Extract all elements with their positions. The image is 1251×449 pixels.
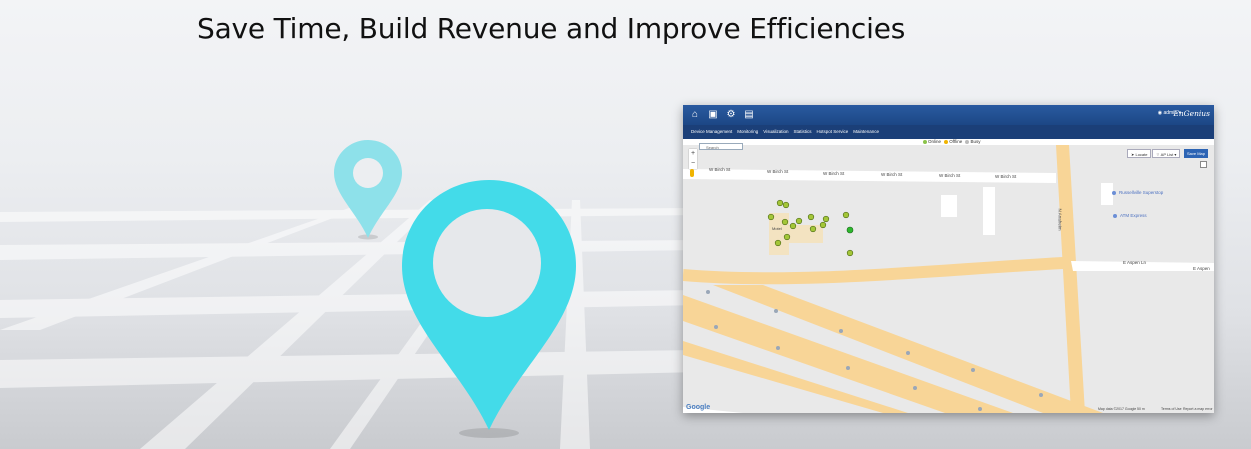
locate-button[interactable]: ➤ Locate <box>1127 149 1152 158</box>
map-canvas[interactable] <box>683 145 1214 413</box>
menu-device-management[interactable]: Device Management <box>691 125 732 139</box>
map-pin-small-icon <box>334 140 402 240</box>
menu-maintenance[interactable]: Maintenance <box>853 125 879 139</box>
gear-icon[interactable]: ⚙ <box>725 109 737 121</box>
save-map-button[interactable]: Save Map <box>1184 149 1209 158</box>
ap-list-label: AP List <box>1160 152 1174 157</box>
legend-online: Online <box>928 139 942 144</box>
street-label-east: E Aspen Ln <box>1123 260 1147 265</box>
street-label: W Birch St <box>709 167 731 172</box>
map-pin-large-icon <box>402 180 576 438</box>
map-scale: 50 m <box>1137 407 1145 411</box>
fullscreen-icon[interactable] <box>1200 161 1207 168</box>
app-topbar: ⌂ ▣ ⚙ ▤ ◉ admin ▾ EnGenius <box>683 105 1214 125</box>
brand-logo: EnGenius <box>1173 109 1210 118</box>
ap-list-button[interactable]: ⌔ AP List ▾ <box>1152 149 1181 158</box>
legend-offline: Offline <box>949 139 963 144</box>
terms-link[interactable]: Terms of Use <box>1161 407 1182 411</box>
street-label: W Birch St <box>767 169 789 174</box>
map-search-input[interactable]: Search <box>699 143 743 150</box>
menu-statistics[interactable]: Statistics <box>793 125 811 139</box>
street-label: W Birch St <box>995 174 1017 179</box>
zoom-control[interactable]: + − <box>689 149 697 169</box>
menu-visualization[interactable]: Visualization <box>763 125 788 139</box>
building-label: Motel <box>772 226 782 231</box>
main-menu: Device Management Monitoring Visualizati… <box>683 125 1214 139</box>
street-label: W Birch St <box>939 173 961 178</box>
report-error-link[interactable]: Report a map error <box>1183 407 1213 411</box>
menu-monitoring[interactable]: Monitoring <box>737 125 758 139</box>
legend-busy: Busy <box>970 139 981 144</box>
street-label: W Birch St <box>823 171 845 176</box>
pegman-icon[interactable] <box>690 169 694 177</box>
status-legend: Online Offline Busy <box>921 139 981 144</box>
zoom-in-button[interactable]: + <box>689 149 697 159</box>
zoom-out-button[interactable]: − <box>689 159 697 169</box>
app-screenshot: ⌂ ▣ ⚙ ▤ ◉ admin ▾ EnGenius Device Manage… <box>683 105 1214 413</box>
google-logo: Google <box>686 404 711 411</box>
clipboard-icon[interactable]: ▤ <box>743 109 755 121</box>
locate-label: Locate <box>1135 152 1148 157</box>
page-title: Save Time, Build Revenue and Improve Eff… <box>197 12 906 45</box>
street-label: W Birch St <box>881 172 903 177</box>
poi-label[interactable]: ATM Express <box>1120 213 1147 218</box>
street-label-east-2: E Aspen <box>1193 266 1210 271</box>
map-attribution: Map data ©2017 Google <box>1098 407 1137 411</box>
menu-hotspot-service[interactable]: Hotspot Service <box>817 125 849 139</box>
poi-label[interactable]: Russellville Superstop <box>1119 190 1163 195</box>
device-icon[interactable]: ▣ <box>707 109 719 121</box>
street-label-north: N Anaheim <box>1057 208 1063 231</box>
home-icon[interactable]: ⌂ <box>689 109 701 121</box>
